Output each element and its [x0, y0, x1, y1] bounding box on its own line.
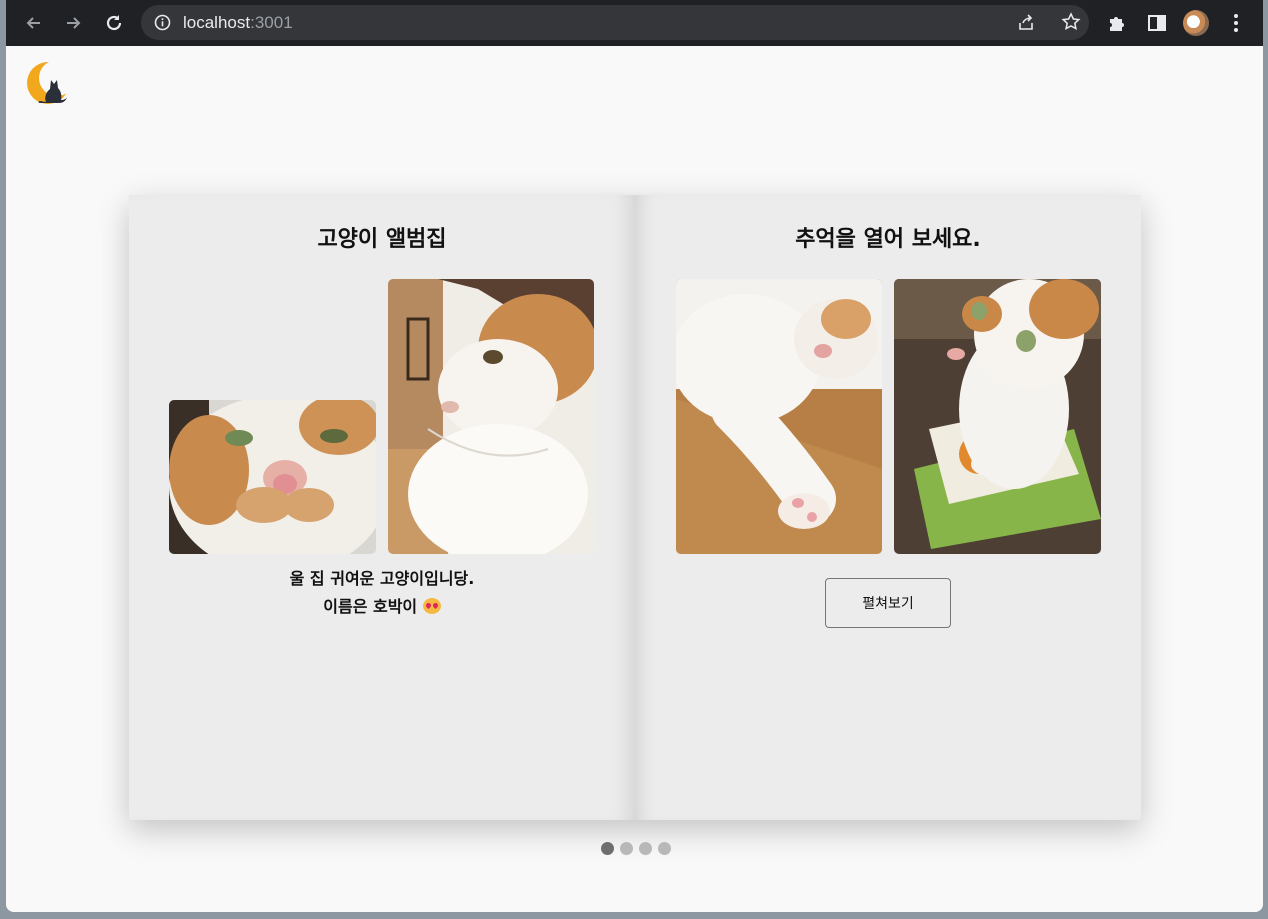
arrow-left-icon — [26, 17, 40, 29]
caption-line-1: 울 집 귀여운 고양이입니당. — [289, 569, 475, 588]
cat-photo-box — [388, 279, 594, 554]
browser-toolbar: localhost:3001 — [6, 0, 1263, 46]
album-caption: 울 집 귀여운 고양이입니당. 이름은 호박이 — [129, 565, 635, 621]
browser-window: localhost:3001 고양이 앨범집 울 집 귀여운 고양이입니당. 이… — [6, 0, 1263, 912]
memories-title: 추억을 열어 보세요. — [795, 227, 981, 252]
pagination-dot[interactable] — [658, 842, 671, 855]
cat-photo-books — [894, 279, 1101, 554]
forward-button[interactable] — [61, 11, 85, 35]
reload-icon — [106, 15, 122, 31]
pagination-dot[interactable] — [639, 842, 652, 855]
heart-eyes-cat-emoji-icon — [422, 598, 441, 614]
back-button[interactable] — [22, 11, 46, 35]
pagination-dot[interactable] — [601, 842, 614, 855]
moon-cat-logo[interactable] — [24, 58, 75, 108]
bookmark-star-icon[interactable] — [1061, 12, 1081, 32]
reload-button[interactable] — [102, 11, 126, 35]
album-title: 고양이 앨범집 — [317, 227, 447, 252]
side-panel-icon[interactable] — [1146, 12, 1168, 34]
pagination-dots — [601, 842, 671, 855]
app-page: 고양이 앨범집 울 집 귀여운 고양이입니당. 이름은 호박이 추억을 열어 보… — [6, 46, 1263, 912]
extensions-puzzle-icon[interactable] — [1106, 12, 1128, 34]
more-menu-icon[interactable] — [1226, 12, 1246, 34]
open-album-button[interactable]: 펼쳐보기 — [825, 578, 951, 628]
book-right-page: 추억을 열어 보세요. 펼쳐보기 — [635, 195, 1141, 820]
url-port: :3001 — [250, 13, 293, 32]
url-text[interactable]: localhost:3001 — [183, 13, 293, 33]
cat-photo-closeup — [169, 400, 376, 554]
book-left-page: 고양이 앨범집 울 집 귀여운 고양이입니당. 이름은 호박이 — [129, 195, 635, 820]
share-icon[interactable] — [1016, 13, 1036, 33]
caption-line-2: 이름은 호박이 — [129, 593, 635, 621]
profile-avatar[interactable] — [1183, 10, 1209, 36]
caption-line-2-text: 이름은 호박이 — [323, 597, 418, 616]
url-host: localhost — [183, 13, 251, 32]
album-book: 고양이 앨범집 울 집 귀여운 고양이입니당. 이름은 호박이 추억을 열어 보… — [129, 195, 1141, 820]
cat-photo-sleeping — [676, 279, 882, 554]
pagination-dot[interactable] — [620, 842, 633, 855]
address-bar[interactable]: localhost:3001 — [141, 5, 1089, 40]
info-icon[interactable] — [154, 14, 171, 31]
arrow-right-icon — [67, 17, 81, 29]
